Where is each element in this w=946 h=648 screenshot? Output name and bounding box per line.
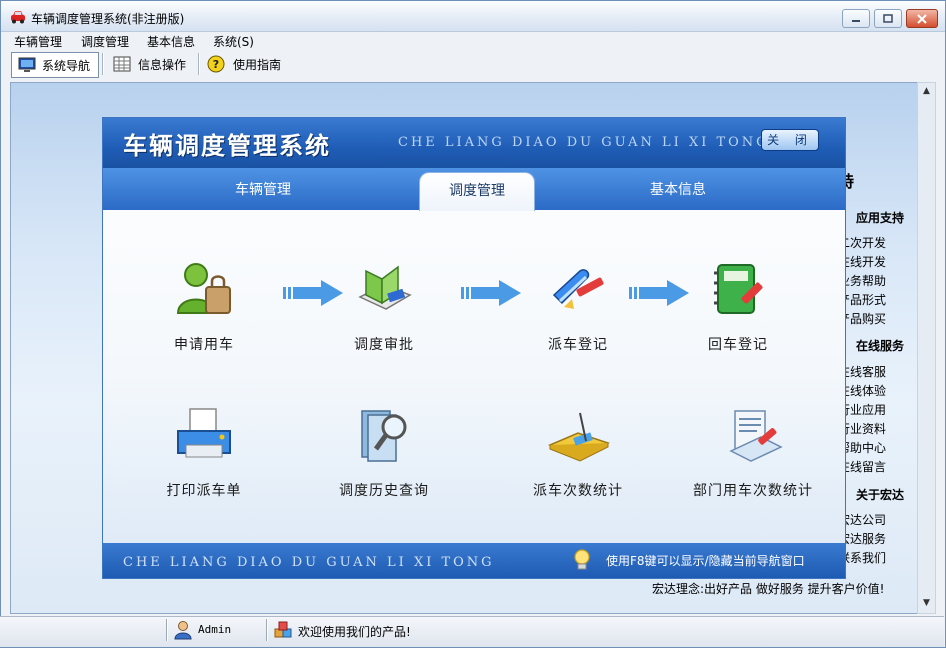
function-label: 部门用车次数统计 — [693, 483, 813, 499]
function-label: 调度审批 — [354, 337, 414, 353]
return-register-function[interactable]: 回车登记 — [663, 257, 813, 354]
info-ops-button[interactable]: 信息操作 — [109, 52, 194, 76]
minimize-button[interactable] — [842, 9, 870, 28]
help-icon: ? — [207, 55, 225, 73]
online-service-heading: 在线服务 — [856, 339, 905, 353]
svg-text:?: ? — [213, 58, 219, 71]
status-bar: Admin 欢迎使用我们的产品! — [0, 616, 944, 647]
menu-bar: 车辆管理 调度管理 基本信息 系统(S) — [1, 32, 945, 50]
toolbar: 系统导航 信息操作 ? 使用指南 — [1, 50, 945, 78]
user-guide-button[interactable]: ? 使用指南 — [205, 52, 289, 76]
scroll-up-icon[interactable]: ▲ — [920, 85, 933, 98]
function-label: 派车登记 — [548, 337, 608, 353]
close-window-button[interactable] — [906, 9, 938, 28]
maximize-icon — [883, 14, 893, 23]
status-separator — [166, 619, 168, 641]
maximize-button[interactable] — [874, 9, 902, 28]
blocks-icon — [274, 621, 292, 638]
notebook-pencil-icon — [714, 264, 763, 314]
scroll-down-icon[interactable]: ▼ — [920, 597, 933, 610]
footer-subtitle: CHE LIANG DIAO DU GUAN LI XI TONG — [123, 555, 495, 570]
status-welcome: 欢迎使用我们的产品! — [298, 625, 411, 639]
nav-subtitle: CHE LIANG DIAO DU GUAN LI XI TONG — [398, 135, 770, 150]
status-separator — [266, 619, 268, 641]
info-ops-label: 信息操作 — [138, 57, 187, 72]
close-nav-button[interactable]: 关 闭 — [761, 129, 819, 151]
admin-user-icon — [174, 621, 192, 640]
navigation-panel: 车辆调度管理系统 CHE LIANG DIAO DU GUAN LI XI TO… — [102, 117, 846, 579]
nav-header: 车辆调度管理系统 CHE LIANG DIAO DU GUAN LI XI TO… — [103, 118, 845, 168]
close-icon — [917, 13, 927, 24]
search-document-icon — [361, 410, 407, 462]
system-nav-button[interactable]: 系统导航 — [11, 52, 99, 78]
about-heading: 关于宏达 — [856, 488, 905, 502]
function-label: 调度历史查询 — [339, 483, 429, 499]
printer-icon — [177, 408, 231, 458]
minimize-icon — [852, 19, 860, 22]
dispatch-approval-function[interactable]: 调度审批 — [309, 257, 459, 354]
car-app-icon — [11, 11, 25, 24]
title-bar: 车辆调度管理系统(非注册版) — [1, 1, 945, 32]
print-dispatch-form-function[interactable]: 打印派车单 — [129, 403, 279, 500]
nav-tabs: 车辆管理 调度管理 基本信息 — [103, 168, 845, 211]
window-title: 车辆调度管理系统(非注册版) — [31, 12, 185, 26]
table-icon — [113, 56, 131, 72]
lightbulb-icon — [574, 549, 590, 570]
approval-book-icon — [358, 265, 412, 310]
function-label: 申请用车 — [174, 337, 234, 353]
nav-title: 车辆调度管理系统 — [123, 131, 331, 160]
monitor-icon — [18, 57, 36, 72]
app-support-heading: 应用支持 — [856, 211, 905, 225]
toolbar-separator — [198, 53, 200, 75]
menu-system[interactable]: 系统(S) — [213, 33, 254, 50]
tab-basic-info[interactable]: 基本信息 — [603, 172, 753, 210]
status-user: Admin — [198, 623, 232, 636]
menu-vehicle[interactable]: 车辆管理 — [14, 33, 62, 50]
scroll-pencil-icon — [552, 269, 604, 309]
stats-book-icon — [548, 412, 610, 462]
tab-dispatch-management[interactable]: 调度管理 — [419, 172, 535, 211]
nav-footer: CHE LIANG DIAO DU GUAN LI XI TONG 使用F8键可… — [103, 543, 845, 578]
company-motto: 宏达理念:出好产品 做好服务 提升客户价值! — [652, 582, 885, 596]
tab-vehicle-management[interactable]: 车辆管理 — [183, 172, 343, 210]
calendar-stats-icon — [729, 410, 783, 462]
apply-vehicle-function[interactable]: 申请用车 — [129, 257, 279, 354]
user-bag-icon — [176, 263, 231, 314]
function-label: 回车登记 — [708, 337, 768, 353]
dispatch-count-stats-function[interactable]: 派车次数统计 — [503, 403, 653, 500]
footer-tip: 使用F8键可以显示/隐藏当前导航窗口 — [606, 554, 805, 568]
user-guide-label: 使用指南 — [233, 57, 282, 72]
function-label: 打印派车单 — [166, 483, 242, 499]
vertical-scrollbar[interactable]: ▲ ▼ — [917, 82, 936, 614]
toolbar-separator — [102, 53, 104, 75]
system-nav-label: 系统导航 — [42, 58, 91, 73]
function-label: 派车次数统计 — [533, 483, 623, 499]
menu-dispatch[interactable]: 调度管理 — [81, 33, 129, 50]
dispatch-history-query-function[interactable]: 调度历史查询 — [309, 403, 459, 500]
menu-basic-info[interactable]: 基本信息 — [147, 33, 195, 50]
dept-vehicle-count-stats-function[interactable]: 部门用车次数统计 — [678, 403, 828, 500]
